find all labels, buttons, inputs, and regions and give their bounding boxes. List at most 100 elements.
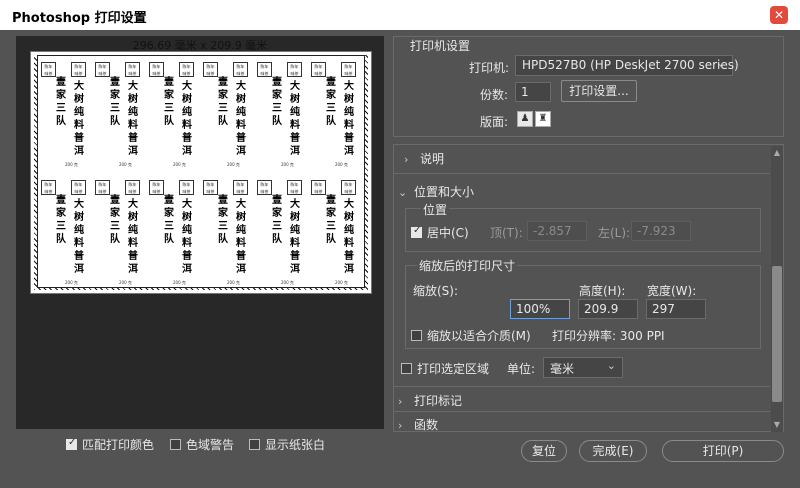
section-description[interactable]: › 说明: [404, 150, 444, 167]
tile-stamp: 陈年 味茶: [257, 180, 272, 195]
height-input[interactable]: 209.9: [578, 299, 638, 319]
tile-stamp: 陈年 味茶: [95, 62, 110, 77]
divider: [394, 411, 770, 412]
preview-label-tile: 陈年 味茶 陈年 味茶 壹家三队 大树纯料普洱 200 克: [202, 176, 254, 291]
section-functions[interactable]: › 函数: [398, 416, 438, 433]
print-settings-button[interactable]: 打印设置...: [561, 80, 637, 102]
layout-label: 版面:: [480, 115, 509, 129]
tile-text-right: 大树纯料普洱: [236, 81, 246, 157]
tile-text-left: 壹家三队: [110, 195, 120, 245]
tile-stamp: 陈年 味茶: [125, 62, 140, 77]
scaled-size-title: 缩放后的打印尺寸: [417, 257, 518, 274]
scroll-down-icon[interactable]: ▼: [771, 420, 783, 432]
tile-text-left: 壹家三队: [56, 77, 66, 127]
top-label: 顶(T):: [490, 226, 523, 240]
chevron-down-icon: ⌄: [716, 57, 726, 70]
match-print-colors-label: 匹配打印颜色: [82, 438, 155, 452]
copies-label: 份数:: [480, 88, 509, 102]
center-label: 居中(C): [427, 226, 469, 240]
fit-media-label: 缩放以适合介质(M): [427, 329, 531, 343]
top-input[interactable]: -2.857: [527, 221, 587, 241]
settings-scrollbar[interactable]: ▲ ▼: [771, 146, 783, 432]
paper-sheet: 陈年 味茶 陈年 味茶 壹家三队 大树纯料普洱 200 克陈年 味茶 陈年 味茶 壹家三队大…: [30, 51, 372, 294]
scale-input[interactable]: 100%: [510, 299, 570, 319]
section-functions-label: 函数: [414, 418, 439, 432]
checkbox-box[interactable]: [249, 439, 260, 450]
tile-stamp: 陈年 味茶: [203, 180, 218, 195]
section-print-marks[interactable]: › 打印标记: [398, 392, 462, 409]
checkbox-box[interactable]: [411, 225, 422, 238]
unit-select[interactable]: 毫米 ⌄: [543, 357, 623, 378]
chevron-right-icon: ›: [398, 395, 403, 408]
tile-stamp: 陈年 味茶: [341, 62, 356, 77]
tile-text-right: 大树纯料普洱: [128, 81, 138, 157]
tile-stamp: 陈年 味茶: [233, 62, 248, 77]
print-preview: 296.69 毫米 x 209.9 毫米 陈年 味茶 陈年 味茶 壹家三队 大树纯料普…: [16, 36, 384, 429]
fit-media-checkbox[interactable]: 缩放以适合介质(M): [411, 327, 531, 344]
portrait-orientation-icon[interactable]: ♟: [517, 111, 533, 127]
tile-text-right: 大树纯料普洱: [128, 199, 138, 275]
section-position-size[interactable]: ⌄ 位置和大小: [398, 183, 474, 200]
preview-label-tile: 陈年 味茶 陈年 味茶 壹家三队 大树纯料普洱 200 克: [94, 58, 146, 173]
tile-text-left: 壹家三队: [326, 195, 336, 245]
tile-weight: 200 克: [335, 162, 348, 167]
left-input[interactable]: -7.923: [631, 221, 691, 241]
tile-text-right: 大树纯料普洱: [182, 81, 192, 157]
divider: [394, 386, 770, 387]
checkbox-box[interactable]: [401, 363, 412, 374]
print-area: 陈年 味茶 陈年 味茶 壹家三队 大树纯料普洱 200 克陈年 味茶 陈年 味茶 壹家三队大…: [37, 55, 365, 288]
gamut-warning-checkbox[interactable]: 色域警告: [170, 436, 234, 453]
tile-text-left: 壹家三队: [218, 195, 228, 245]
checkbox-box[interactable]: [411, 330, 422, 341]
show-paper-white-label: 显示纸张白: [265, 438, 326, 452]
match-print-colors-checkbox[interactable]: 匹配打印颜色: [66, 436, 154, 453]
unit-label: 单位:: [507, 362, 536, 376]
tile-stamp: 陈年 味茶: [179, 62, 194, 77]
section-position-size-label: 位置和大小: [414, 185, 475, 199]
reset-button[interactable]: 复位: [521, 440, 567, 462]
tile-weight: 200 克: [227, 280, 240, 285]
printer-select[interactable]: HPD527B0 (HP DeskJet 2700 series) ⌄: [515, 55, 739, 76]
checkbox-box[interactable]: [170, 439, 181, 450]
tile-text-left: 壹家三队: [56, 195, 66, 245]
preview-label-tile: 陈年 味茶 陈年 味茶 壹家三队 大树纯料普洱 200 克: [148, 176, 200, 291]
tile-weight: 200 克: [119, 162, 132, 167]
scroll-up-icon[interactable]: ▲: [771, 148, 783, 160]
show-paper-white-checkbox[interactable]: 显示纸张白: [249, 436, 325, 453]
tile-stamp: 陈年 味茶: [179, 180, 194, 195]
position-group-title: 位置: [421, 201, 450, 218]
tile-text-right: 大树纯料普洱: [344, 81, 354, 157]
tile-stamp: 陈年 味茶: [41, 180, 56, 195]
close-icon[interactable]: ✕: [770, 6, 788, 24]
tile-text-right: 大树纯料普洱: [74, 199, 84, 275]
copies-input[interactable]: 1: [515, 82, 551, 102]
tile-weight: 200 克: [281, 162, 294, 167]
printer-setup-title: 打印机设置: [410, 39, 471, 53]
tile-weight: 200 克: [65, 162, 78, 167]
width-input[interactable]: 297: [646, 299, 706, 319]
landscape-orientation-icon[interactable]: ♜: [535, 111, 551, 127]
tile-stamp: 陈年 味茶: [233, 180, 248, 195]
chevron-down-icon: ⌄: [606, 359, 616, 372]
done-button[interactable]: 完成(E): [579, 440, 647, 462]
tile-text-left: 壹家三队: [164, 195, 174, 245]
tile-text-right: 大树纯料普洱: [182, 199, 192, 275]
width-label: 宽度(W):: [647, 284, 697, 298]
tile-stamp: 陈年 味茶: [311, 180, 326, 195]
preview-label-tile: 陈年 味茶 陈年 味茶 壹家三队 大树纯料普洱 200 克: [256, 176, 308, 291]
tile-stamp: 陈年 味茶: [149, 62, 164, 77]
checkbox-box[interactable]: [66, 437, 77, 450]
tile-weight: 200 克: [335, 280, 348, 285]
window-title: Photoshop 打印设置: [12, 11, 147, 26]
print-selected-area-checkbox[interactable]: 打印选定区域: [401, 360, 489, 377]
scrollbar-thumb[interactable]: [772, 266, 782, 402]
print-button[interactable]: 打印(P): [662, 440, 784, 462]
print-resolution: 打印分辨率: 300 PPI: [552, 329, 665, 343]
tile-text-left: 壹家三队: [326, 77, 336, 127]
unit-select-value: 毫米: [550, 362, 575, 376]
tile-weight: 200 克: [281, 280, 294, 285]
preview-label-tile: 陈年 味茶 陈年 味茶 壹家三队 大树纯料普洱 200 克: [256, 58, 308, 173]
tile-stamp: 陈年 味茶: [311, 62, 326, 77]
center-checkbox[interactable]: 居中(C): [411, 224, 469, 241]
tile-text-left: 壹家三队: [218, 77, 228, 127]
